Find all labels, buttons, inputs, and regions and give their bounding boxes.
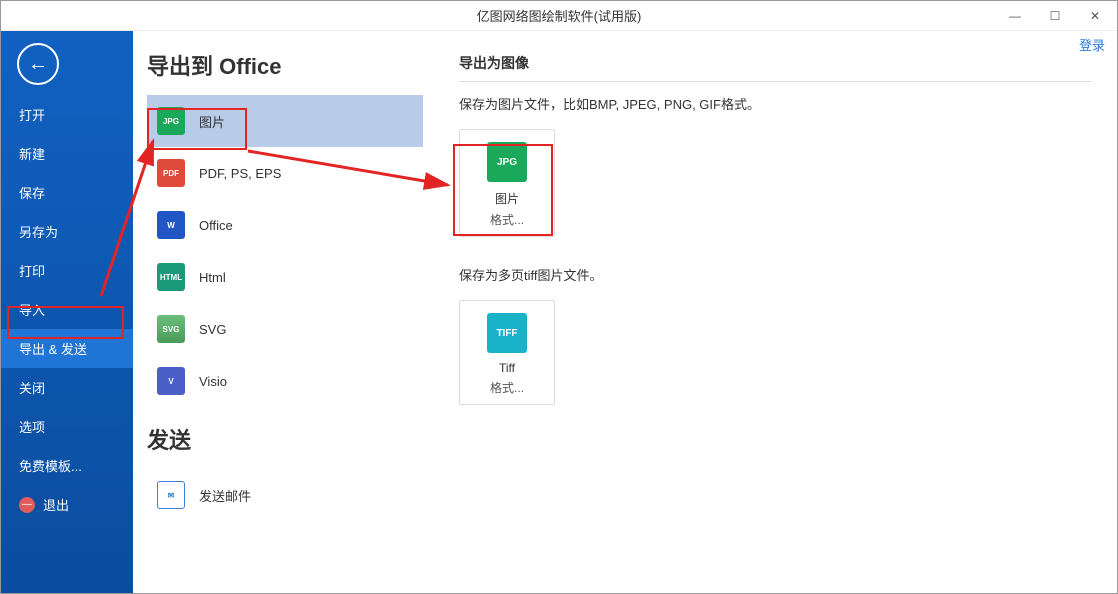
export-item-label: 图片 (199, 112, 225, 131)
export-item-svg[interactable]: SVG SVG (147, 303, 423, 355)
sidebar-label: 导出 & 发送 (19, 339, 87, 358)
back-arrow-icon: ← (28, 53, 48, 76)
export-item-label: Office (199, 218, 233, 233)
word-icon: W (157, 211, 185, 239)
sidebar-label: 导入 (19, 300, 45, 319)
detail-desc-tiff: 保存为多页tiff图片文件。 (459, 265, 1091, 284)
sidebar-item-new[interactable]: 新建 (1, 134, 133, 173)
sidebar-item-print[interactable]: 打印 (1, 251, 133, 290)
tile-tiff-format[interactable]: TIFF Tiff 格式... (459, 300, 555, 405)
sidebar-label: 另存为 (19, 222, 58, 241)
export-item-label: Visio (199, 374, 227, 389)
html-icon: HTML (157, 263, 185, 291)
send-item-label: 发送邮件 (199, 486, 251, 505)
export-item-label: PDF, PS, EPS (199, 166, 281, 181)
sidebar: ← 打开 新建 保存 另存为 打印 导入 导出 & 发送 关闭 选项 免费模板.… (1, 31, 133, 593)
export-item-visio[interactable]: V Visio (147, 355, 423, 407)
export-list-panel: 导出到 Office JPG 图片 PDF PDF, PS, EPS W Off… (133, 31, 433, 593)
sidebar-label: 关闭 (19, 378, 45, 397)
divider (459, 81, 1091, 82)
sidebar-item-close[interactable]: 关闭 (1, 368, 133, 407)
exit-icon: — (19, 497, 35, 513)
export-item-office[interactable]: W Office (147, 199, 423, 251)
sidebar-label: 免费模板... (19, 456, 82, 475)
sidebar-label: 新建 (19, 144, 45, 163)
login-link[interactable]: 登录 (1079, 35, 1105, 54)
send-heading: 发送 (147, 423, 423, 455)
pdf-icon: PDF (157, 159, 185, 187)
send-item-email[interactable]: ✉ 发送邮件 (147, 469, 423, 521)
title-bar: 亿图网络图绘制软件(试用版) — ☐ ✕ (1, 1, 1117, 31)
sidebar-item-saveas[interactable]: 另存为 (1, 212, 133, 251)
jpg-icon: JPG (157, 107, 185, 135)
tile-label-2: 格式... (490, 211, 524, 228)
mail-icon: ✉ (157, 481, 185, 509)
sidebar-label: 选项 (19, 417, 45, 436)
sidebar-item-exit[interactable]: — 退出 (1, 485, 133, 524)
tile-label-2: 格式... (490, 379, 524, 396)
tile-label-1: Tiff (499, 361, 515, 375)
export-item-label: Html (199, 270, 226, 285)
export-heading: 导出到 Office (147, 49, 423, 81)
tile-image-format[interactable]: JPG 图片 格式... (459, 129, 555, 237)
detail-desc-image: 保存为图片文件，比如BMP, JPEG, PNG, GIF格式。 (459, 94, 1091, 113)
sidebar-item-open[interactable]: 打开 (1, 95, 133, 134)
sidebar-label: 保存 (19, 183, 45, 202)
export-item-image[interactable]: JPG 图片 (147, 95, 423, 147)
sidebar-item-export-send[interactable]: 导出 & 发送 (1, 329, 133, 368)
window-title: 亿图网络图绘制软件(试用版) (477, 6, 642, 25)
sidebar-item-import[interactable]: 导入 (1, 290, 133, 329)
maximize-button[interactable]: ☐ (1035, 1, 1075, 31)
sidebar-label: 打印 (19, 261, 45, 280)
tiff-tile-icon: TIFF (487, 313, 527, 353)
sidebar-item-save[interactable]: 保存 (1, 173, 133, 212)
jpg-tile-icon: JPG (487, 142, 527, 182)
export-item-label: SVG (199, 322, 226, 337)
detail-heading: 导出为图像 (459, 53, 1091, 73)
minimize-button[interactable]: — (995, 1, 1035, 31)
close-button[interactable]: ✕ (1075, 1, 1115, 31)
sidebar-item-templates[interactable]: 免费模板... (1, 446, 133, 485)
back-button[interactable]: ← (17, 43, 59, 85)
visio-icon: V (157, 367, 185, 395)
sidebar-item-options[interactable]: 选项 (1, 407, 133, 446)
tile-label-1: 图片 (495, 190, 519, 207)
sidebar-label: 退出 (43, 495, 69, 514)
export-item-pdf[interactable]: PDF PDF, PS, EPS (147, 147, 423, 199)
export-item-html[interactable]: HTML Html (147, 251, 423, 303)
sidebar-label: 打开 (19, 105, 45, 124)
svg-icon: SVG (157, 315, 185, 343)
export-detail-panel: 导出为图像 保存为图片文件，比如BMP, JPEG, PNG, GIF格式。 J… (433, 31, 1117, 593)
